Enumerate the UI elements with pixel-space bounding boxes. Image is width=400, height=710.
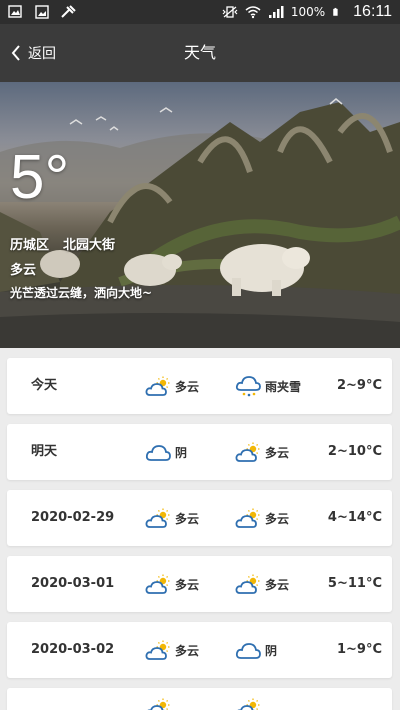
forecast-date: 明天 [31, 444, 58, 459]
night-condition: 多云 [265, 577, 290, 592]
cloudy-icon [235, 639, 261, 661]
partly-cloudy-icon [145, 639, 171, 661]
gallery-notification-icon [8, 5, 22, 18]
temperature-range: 2~10°C [327, 444, 382, 459]
battery-icon [333, 7, 338, 16]
signal-icon [268, 6, 284, 18]
night-condition: 多云 [265, 511, 290, 526]
partly-cloudy-icon [145, 375, 171, 397]
back-button[interactable]: 返回 [10, 24, 56, 82]
night-condition: 雨夹雪 [265, 379, 302, 394]
day-condition: 阴 [175, 445, 188, 460]
weather-hero: 5° 历城区 北园大街 多云 光芒透过云缝，洒向大地~ [0, 82, 400, 348]
partly-cloudy-icon [145, 697, 171, 710]
back-label: 返回 [28, 46, 56, 62]
night-condition: 阴 [265, 643, 278, 658]
forecast-card[interactable]: 2020-03-02 多云 阴 1~9°C [7, 622, 392, 678]
app-bar: 返回 天气 [0, 24, 400, 82]
tools-notification-icon [61, 5, 76, 18]
forecast-date: 2020-03-02 [31, 642, 115, 657]
temperature-range: 1~9°C [336, 642, 382, 657]
clock: 16:11 [353, 3, 392, 20]
day-condition: 多云 [175, 577, 200, 592]
partly-cloudy-icon [235, 573, 261, 595]
forecast-card[interactable]: 2020-03-01 多云 多云 5~11°C [7, 556, 392, 612]
partly-cloudy-icon [235, 697, 261, 710]
location: 历城区 北园大街 [10, 234, 115, 253]
chevron-left-icon [11, 45, 20, 61]
forecast-card[interactable] [7, 688, 392, 710]
current-condition: 多云 [10, 263, 37, 278]
partly-cloudy-icon [235, 441, 261, 463]
night-condition: 多云 [265, 445, 290, 460]
partly-cloudy-icon [235, 507, 261, 529]
forecast-card[interactable]: 明天 阴 多云 2~10°C [7, 424, 392, 480]
partly-cloudy-icon [145, 573, 171, 595]
weather-description: 光芒透过云缝，洒向大地~ [10, 286, 153, 300]
partly-cloudy-icon [145, 507, 171, 529]
polar-bear-background-image [0, 98, 400, 348]
status-bar: 100% 16:11 [0, 0, 400, 24]
day-condition: 多云 [175, 511, 200, 526]
day-condition: 多云 [175, 643, 200, 658]
forecast-list[interactable]: 今天 多云 雨夹雪 2~9°C 明天 阴 多云 2~10°C 2020-02-2… [0, 348, 400, 710]
image-notification-icon [35, 5, 49, 19]
battery-percentage: 100% [290, 5, 326, 19]
forecast-date: 今天 [31, 378, 58, 393]
temperature-range: 5~11°C [327, 576, 382, 591]
forecast-card[interactable]: 2020-02-29 多云 多云 4~14°C [7, 490, 392, 546]
cloudy-icon [145, 441, 171, 463]
temperature-range: 2~9°C [336, 378, 382, 393]
day-condition: 多云 [175, 379, 200, 394]
forecast-date: 2020-03-01 [31, 576, 115, 591]
forecast-date: 2020-02-29 [31, 510, 115, 525]
vibrate-icon [222, 6, 238, 18]
sleet-icon [235, 375, 261, 397]
forecast-card[interactable]: 今天 多云 雨夹雪 2~9°C [7, 358, 392, 414]
street-label: 北园大街 [63, 238, 116, 253]
current-temperature: 5° [10, 143, 70, 212]
page-title: 天气 [183, 43, 216, 62]
wifi-icon [245, 6, 261, 19]
district-label: 历城区 [10, 238, 50, 253]
temperature-range: 4~14°C [327, 510, 382, 525]
